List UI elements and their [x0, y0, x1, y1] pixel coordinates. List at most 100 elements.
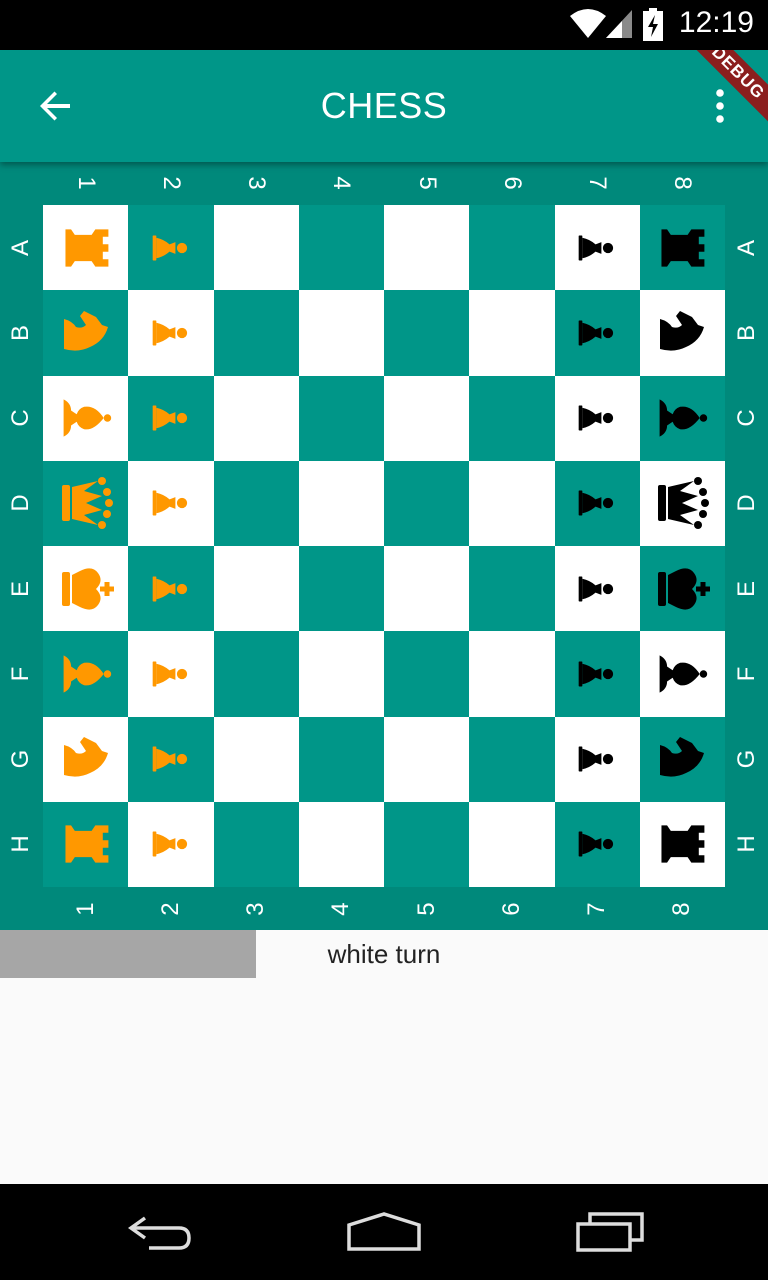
- square-A7[interactable]: [554, 205, 640, 291]
- square-G4[interactable]: [298, 716, 384, 802]
- square-B1[interactable]: [43, 290, 129, 376]
- black-bishop-icon[interactable]: [654, 646, 710, 702]
- white-bishop-icon[interactable]: [58, 390, 114, 446]
- square-A1[interactable]: [43, 205, 129, 291]
- square-G8[interactable]: [639, 716, 725, 802]
- square-B8[interactable]: [639, 290, 725, 376]
- square-G6[interactable]: [469, 716, 555, 802]
- square-H5[interactable]: [384, 801, 470, 887]
- square-F6[interactable]: [469, 631, 555, 717]
- black-queen-icon[interactable]: [652, 473, 712, 533]
- white-pawn-icon[interactable]: [149, 226, 193, 270]
- black-pawn-icon[interactable]: [575, 567, 619, 611]
- back-button[interactable]: [28, 78, 84, 134]
- square-B7[interactable]: [554, 290, 640, 376]
- square-H7[interactable]: [554, 801, 640, 887]
- square-G5[interactable]: [384, 716, 470, 802]
- square-B3[interactable]: [213, 290, 299, 376]
- square-D6[interactable]: [469, 460, 555, 546]
- white-bishop-icon[interactable]: [58, 646, 114, 702]
- square-C4[interactable]: [298, 375, 384, 461]
- square-G2[interactable]: [128, 716, 214, 802]
- square-A5[interactable]: [384, 205, 470, 291]
- black-pawn-icon[interactable]: [575, 311, 619, 355]
- square-D2[interactable]: [128, 460, 214, 546]
- white-rook-icon[interactable]: [58, 816, 114, 872]
- white-king-icon[interactable]: [56, 559, 116, 619]
- black-king-icon[interactable]: [652, 559, 712, 619]
- black-knight-icon[interactable]: [652, 729, 712, 789]
- nav-back-button[interactable]: [110, 1202, 210, 1262]
- overflow-menu-button[interactable]: [700, 86, 740, 126]
- black-pawn-icon[interactable]: [575, 652, 619, 696]
- white-pawn-icon[interactable]: [149, 737, 193, 781]
- square-H6[interactable]: [469, 801, 555, 887]
- white-pawn-icon[interactable]: [149, 822, 193, 866]
- white-knight-icon[interactable]: [56, 303, 116, 363]
- black-pawn-icon[interactable]: [575, 737, 619, 781]
- square-E1[interactable]: [43, 546, 129, 632]
- square-D1[interactable]: [43, 460, 129, 546]
- white-knight-icon[interactable]: [56, 729, 116, 789]
- square-A4[interactable]: [298, 205, 384, 291]
- square-F8[interactable]: [639, 631, 725, 717]
- black-rook-icon[interactable]: [654, 220, 710, 276]
- white-pawn-icon[interactable]: [149, 652, 193, 696]
- square-B4[interactable]: [298, 290, 384, 376]
- square-E5[interactable]: [384, 546, 470, 632]
- square-C2[interactable]: [128, 375, 214, 461]
- square-C3[interactable]: [213, 375, 299, 461]
- square-H1[interactable]: [43, 801, 129, 887]
- square-B2[interactable]: [128, 290, 214, 376]
- square-F5[interactable]: [384, 631, 470, 717]
- nav-home-button[interactable]: [334, 1202, 434, 1262]
- square-D7[interactable]: [554, 460, 640, 546]
- white-pawn-icon[interactable]: [149, 311, 193, 355]
- black-pawn-icon[interactable]: [575, 481, 619, 525]
- square-E7[interactable]: [554, 546, 640, 632]
- black-rook-icon[interactable]: [654, 816, 710, 872]
- square-F7[interactable]: [554, 631, 640, 717]
- square-C5[interactable]: [384, 375, 470, 461]
- black-pawn-icon[interactable]: [575, 396, 619, 440]
- square-D3[interactable]: [213, 460, 299, 546]
- square-G1[interactable]: [43, 716, 129, 802]
- square-A8[interactable]: [639, 205, 725, 291]
- square-A2[interactable]: [128, 205, 214, 291]
- white-pawn-icon[interactable]: [149, 396, 193, 440]
- square-H8[interactable]: [639, 801, 725, 887]
- square-E2[interactable]: [128, 546, 214, 632]
- square-H4[interactable]: [298, 801, 384, 887]
- white-pawn-icon[interactable]: [149, 567, 193, 611]
- square-D4[interactable]: [298, 460, 384, 546]
- square-E4[interactable]: [298, 546, 384, 632]
- black-bishop-icon[interactable]: [654, 390, 710, 446]
- black-pawn-icon[interactable]: [575, 822, 619, 866]
- white-queen-icon[interactable]: [56, 473, 116, 533]
- square-D5[interactable]: [384, 460, 470, 546]
- square-A3[interactable]: [213, 205, 299, 291]
- square-C8[interactable]: [639, 375, 725, 461]
- square-E6[interactable]: [469, 546, 555, 632]
- square-A6[interactable]: [469, 205, 555, 291]
- square-H2[interactable]: [128, 801, 214, 887]
- square-G3[interactable]: [213, 716, 299, 802]
- square-G7[interactable]: [554, 716, 640, 802]
- square-H3[interactable]: [213, 801, 299, 887]
- white-rook-icon[interactable]: [58, 220, 114, 276]
- square-B6[interactable]: [469, 290, 555, 376]
- square-C6[interactable]: [469, 375, 555, 461]
- black-pawn-icon[interactable]: [575, 226, 619, 270]
- nav-recents-button[interactable]: [560, 1202, 660, 1262]
- square-C7[interactable]: [554, 375, 640, 461]
- square-F1[interactable]: [43, 631, 129, 717]
- square-C1[interactable]: [43, 375, 129, 461]
- square-E8[interactable]: [639, 546, 725, 632]
- square-F2[interactable]: [128, 631, 214, 717]
- square-F3[interactable]: [213, 631, 299, 717]
- square-E3[interactable]: [213, 546, 299, 632]
- square-B5[interactable]: [384, 290, 470, 376]
- square-D8[interactable]: [639, 460, 725, 546]
- white-pawn-icon[interactable]: [149, 481, 193, 525]
- black-knight-icon[interactable]: [652, 303, 712, 363]
